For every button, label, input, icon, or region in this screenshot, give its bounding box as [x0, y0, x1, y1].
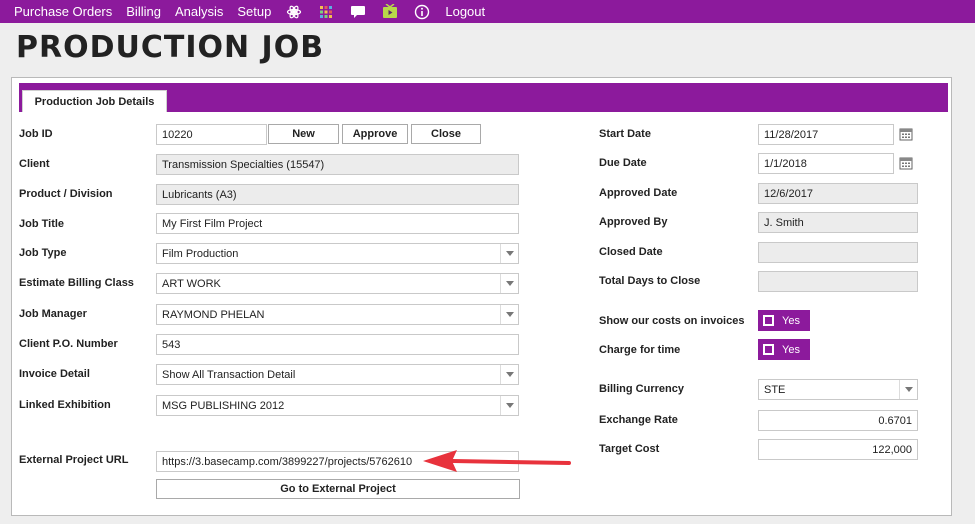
job-id-value: 10220: [162, 128, 193, 141]
show-costs-toggle[interactable]: Yes: [758, 310, 810, 331]
client-value: Transmission Specialties (15547): [162, 158, 325, 171]
charge-time-value: Yes: [782, 343, 800, 356]
billing-class-value: ART WORK: [162, 277, 221, 290]
total-days-field: [758, 271, 918, 292]
invoice-detail-value: Show All Transaction Detail: [162, 368, 296, 381]
target-cost-label: Target Cost: [599, 443, 660, 455]
billing-class-select[interactable]: ART WORK: [156, 273, 519, 294]
job-id-field[interactable]: 10220: [156, 124, 267, 145]
close-button[interactable]: Close: [411, 124, 481, 144]
job-type-select[interactable]: Film Production: [156, 243, 519, 264]
external-url-label: External Project URL: [19, 454, 129, 466]
linked-exhibition-value: MSG PUBLISHING 2012: [162, 399, 285, 412]
job-id-label: Job ID: [19, 128, 53, 140]
billing-currency-select[interactable]: STE: [758, 379, 918, 400]
approved-by-field: J. Smith: [758, 212, 918, 233]
job-title-value: My First Film Project: [162, 217, 263, 230]
job-title-input[interactable]: My First Film Project: [156, 213, 519, 234]
exchange-rate-input[interactable]: 0.6701: [758, 410, 918, 431]
charge-time-toggle[interactable]: Yes: [758, 339, 810, 360]
tab-bar: Production Job Details: [19, 83, 948, 112]
due-date-input[interactable]: 1/1/2018: [758, 153, 894, 174]
molecule-icon[interactable]: [285, 4, 303, 20]
chevron-down-icon[interactable]: [500, 365, 518, 384]
approved-by-label: Approved By: [599, 216, 668, 228]
tab-production-job-details[interactable]: Production Job Details: [22, 90, 167, 112]
calendar-icon[interactable]: [899, 127, 913, 141]
chat-icon[interactable]: [349, 4, 367, 20]
product-field: Lubricants (A3): [156, 184, 519, 205]
start-date-label: Start Date: [599, 128, 651, 140]
closed-date-label: Closed Date: [599, 246, 663, 258]
job-manager-label: Job Manager: [19, 308, 87, 320]
total-days-label: Total Days to Close: [599, 275, 701, 287]
chevron-down-icon[interactable]: [500, 305, 518, 324]
approved-date-label: Approved Date: [599, 187, 678, 199]
checkbox-icon: [763, 315, 774, 326]
client-po-label: Client P.O. Number: [19, 338, 118, 350]
approved-date-value: 12/6/2017: [764, 187, 813, 200]
go-to-external-project-button[interactable]: Go to External Project: [156, 479, 520, 499]
exchange-rate-value: 0.6701: [878, 414, 912, 427]
client-po-value: 543: [162, 338, 181, 351]
due-date-value: 1/1/2018: [764, 157, 807, 170]
checkbox-icon: [763, 344, 774, 355]
job-type-value: Film Production: [162, 247, 239, 260]
top-nav: Purchase Orders Billing Analysis Setup L…: [0, 0, 975, 23]
nav-analysis[interactable]: Analysis: [175, 4, 223, 19]
show-costs-label: Show our costs on invoices: [599, 315, 745, 327]
nav-logout[interactable]: Logout: [445, 4, 485, 19]
nav-billing[interactable]: Billing: [126, 4, 161, 19]
client-po-input[interactable]: 543: [156, 334, 519, 355]
approved-date-field: 12/6/2017: [758, 183, 918, 204]
show-costs-value: Yes: [782, 314, 800, 327]
job-manager-select[interactable]: RAYMOND PHELAN: [156, 304, 519, 325]
nav-purchase-orders[interactable]: Purchase Orders: [14, 4, 112, 19]
job-title-label: Job Title: [19, 218, 65, 230]
chevron-down-icon[interactable]: [899, 380, 917, 399]
page-title: PRODUCTION JOB: [16, 30, 325, 65]
job-type-label: Job Type: [19, 247, 67, 259]
nav-setup[interactable]: Setup: [237, 4, 271, 19]
new-button[interactable]: New: [268, 124, 339, 144]
exchange-rate-label: Exchange Rate: [599, 414, 678, 426]
linked-exhibition-select[interactable]: MSG PUBLISHING 2012: [156, 395, 519, 416]
chevron-down-icon[interactable]: [500, 274, 518, 293]
approve-button[interactable]: Approve: [342, 124, 408, 144]
product-label: Product / Division: [19, 188, 113, 200]
annotation-arrow-icon: [423, 450, 571, 472]
chevron-down-icon[interactable]: [500, 396, 518, 415]
billing-class-label: Estimate Billing Class: [19, 277, 134, 289]
media-icon[interactable]: [381, 4, 399, 20]
client-label: Client: [19, 158, 50, 170]
target-cost-input[interactable]: 122,000: [758, 439, 918, 460]
invoice-detail-select[interactable]: Show All Transaction Detail: [156, 364, 519, 385]
billing-currency-label: Billing Currency: [599, 383, 684, 395]
target-cost-value: 122,000: [872, 443, 912, 456]
linked-exhibition-label: Linked Exhibition: [19, 399, 111, 411]
start-date-input[interactable]: 11/28/2017: [758, 124, 894, 145]
closed-date-field: [758, 242, 918, 263]
product-value: Lubricants (A3): [162, 188, 237, 201]
due-date-label: Due Date: [599, 157, 647, 169]
invoice-detail-label: Invoice Detail: [19, 368, 90, 380]
approved-by-value: J. Smith: [764, 216, 804, 229]
calendar-icon[interactable]: [899, 156, 913, 170]
grid-icon[interactable]: [317, 4, 335, 20]
chevron-down-icon[interactable]: [500, 244, 518, 263]
external-url-value: https://3.basecamp.com/3899227/projects/…: [162, 455, 413, 468]
charge-time-label: Charge for time: [599, 344, 681, 356]
job-manager-value: RAYMOND PHELAN: [162, 308, 265, 321]
billing-currency-value: STE: [764, 383, 786, 396]
client-field: Transmission Specialties (15547): [156, 154, 519, 175]
start-date-value: 11/28/2017: [764, 128, 819, 141]
info-icon[interactable]: [413, 4, 431, 20]
